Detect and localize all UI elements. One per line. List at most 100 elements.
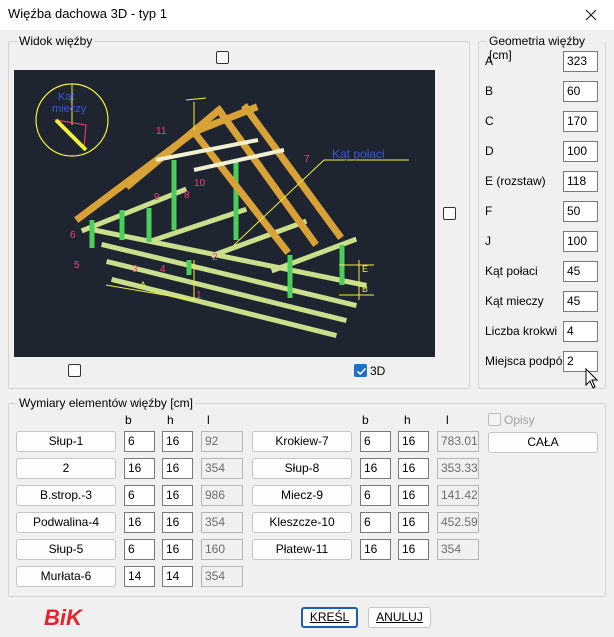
svg-text:2: 2 xyxy=(212,252,218,263)
svg-text:10: 10 xyxy=(194,178,206,189)
element-l-input-left-0: 92 xyxy=(201,431,243,452)
geometry-input-9[interactable]: 4 xyxy=(563,321,598,342)
element-h-input-left-1[interactable]: 16 xyxy=(162,458,193,479)
element-l-input-left-5: 354 xyxy=(201,566,243,587)
svg-text:A: A xyxy=(140,280,146,290)
element-b-input-left-2[interactable]: 6 xyxy=(124,485,155,506)
element-button-left-4[interactable]: Słup-5 xyxy=(16,539,116,560)
svg-text:B: B xyxy=(362,284,368,294)
title-bar: Więźba dachowa 3D - typ 1 xyxy=(0,0,614,30)
element-h-input-right-2[interactable]: 16 xyxy=(398,485,429,506)
element-b-input-left-4[interactable]: 6 xyxy=(124,539,155,560)
close-icon xyxy=(585,9,597,21)
truss-3d-viewport: Kąt mieczy Kąt połaci 11 10 9 8 7 6 5 4 … xyxy=(14,70,435,357)
element-button-right-4[interactable]: Płatew-11 xyxy=(252,539,352,560)
col-h-right: h xyxy=(404,413,411,427)
geometry-label-4: E (rozstaw) xyxy=(485,174,546,188)
geometry-label-6: J xyxy=(485,234,491,248)
geometry-input-4[interactable]: 118 xyxy=(563,171,598,192)
opisy-label: Opisy xyxy=(504,413,535,427)
element-l-input-right-1: 353.33 xyxy=(437,458,479,479)
cancel-button-label: ANULUJ xyxy=(376,610,423,624)
element-button-right-1[interactable]: Słup-8 xyxy=(252,458,352,479)
svg-text:4: 4 xyxy=(160,264,166,275)
geometry-label-10: Miejsca podpór xyxy=(485,354,567,368)
circle-label-2: mieczy xyxy=(52,103,87,115)
element-b-input-right-2[interactable]: 6 xyxy=(360,485,391,506)
svg-text:1: 1 xyxy=(196,290,202,301)
rafters xyxy=(74,103,344,255)
element-b-input-right-1[interactable]: 16 xyxy=(360,458,391,479)
element-button-left-1[interactable]: 2 xyxy=(16,458,116,479)
element-button-left-0[interactable]: Słup-1 xyxy=(16,431,116,452)
element-button-right-3[interactable]: Kleszcze-10 xyxy=(252,512,352,533)
element-h-input-left-3[interactable]: 16 xyxy=(162,512,193,533)
element-h-input-left-2[interactable]: 16 xyxy=(162,485,193,506)
svg-text:3: 3 xyxy=(132,264,138,275)
element-h-input-left-5[interactable]: 14 xyxy=(162,566,193,587)
geometry-label-9: Liczba krokwi xyxy=(485,324,558,338)
element-l-input-left-1: 354 xyxy=(201,458,243,479)
svg-text:8: 8 xyxy=(184,190,190,201)
element-h-input-right-3[interactable]: 16 xyxy=(398,512,429,533)
element-h-input-right-1[interactable]: 16 xyxy=(398,458,429,479)
element-h-input-left-0[interactable]: 16 xyxy=(162,431,193,452)
dims-group-label: Wymiary elementów więźby [cm] xyxy=(17,396,195,410)
geometry-input-5[interactable]: 50 xyxy=(563,201,598,222)
element-button-left-5[interactable]: Murłata-6 xyxy=(16,566,116,587)
element-h-input-right-4[interactable]: 16 xyxy=(398,539,429,560)
geometry-label-8: Kąt mieczy xyxy=(485,294,544,308)
element-button-right-2[interactable]: Miecz-9 xyxy=(252,485,352,506)
geometry-label-5: F xyxy=(485,204,493,218)
svg-text:6: 6 xyxy=(70,230,76,241)
geometry-input-0[interactable]: 323 xyxy=(563,51,598,72)
element-h-input-right-0[interactable]: 16 xyxy=(398,431,429,452)
svg-text:9: 9 xyxy=(154,192,160,203)
element-l-input-left-4: 160 xyxy=(201,539,243,560)
element-button-left-3[interactable]: Podwalina-4 xyxy=(16,512,116,533)
element-b-input-right-3[interactable]: 6 xyxy=(360,512,391,533)
geometry-input-3[interactable]: 100 xyxy=(563,141,598,162)
geometry-input-1[interactable]: 60 xyxy=(563,81,598,102)
element-h-input-left-4[interactable]: 16 xyxy=(162,539,193,560)
view-top-checkbox[interactable] xyxy=(216,51,229,64)
element-b-input-right-4[interactable]: 16 xyxy=(360,539,391,560)
col-b-left: b xyxy=(125,413,132,427)
geometry-label-0: A xyxy=(485,54,494,68)
bik-logo: BiK xyxy=(44,605,84,630)
geometry-label-2: C xyxy=(485,114,494,128)
element-button-right-0[interactable]: Krokiew-7 xyxy=(252,431,352,452)
opisy-checkbox[interactable] xyxy=(488,413,501,426)
window-title: Więźba dachowa 3D - typ 1 xyxy=(8,6,167,21)
svg-text:11: 11 xyxy=(156,126,167,137)
svg-text:E: E xyxy=(362,264,368,274)
view-3d-label: 3D xyxy=(370,364,386,378)
element-b-input-right-0[interactable]: 6 xyxy=(360,431,391,452)
geometry-input-7[interactable]: 45 xyxy=(563,261,598,282)
element-b-input-left-1[interactable]: 16 xyxy=(124,458,155,479)
col-h-left: h xyxy=(167,413,174,427)
col-b-right: b xyxy=(362,413,369,427)
check-icon xyxy=(356,367,367,376)
element-b-input-left-5[interactable]: 14 xyxy=(124,566,155,587)
cala-button[interactable]: CAŁA xyxy=(488,432,598,453)
geometry-input-2[interactable]: 170 xyxy=(563,111,598,132)
circle-label-1: Kąt xyxy=(58,91,75,103)
cancel-button[interactable]: ANULUJ xyxy=(368,607,431,628)
geometry-input-8[interactable]: 45 xyxy=(563,291,598,312)
ok-button[interactable]: KREŚL xyxy=(301,607,358,628)
col-l-right: l xyxy=(446,413,449,427)
view-3d-checkbox[interactable] xyxy=(354,364,367,377)
geometry-input-6[interactable]: 100 xyxy=(563,231,598,252)
element-l-input-left-2: 986 xyxy=(201,485,243,506)
svg-text:7: 7 xyxy=(304,154,310,165)
svg-text:BiK: BiK xyxy=(44,605,84,630)
close-button[interactable] xyxy=(568,0,614,30)
svg-text:5: 5 xyxy=(74,260,80,271)
element-b-input-left-3[interactable]: 16 xyxy=(124,512,155,533)
element-b-input-left-0[interactable]: 6 xyxy=(124,431,155,452)
element-button-left-2[interactable]: B.strop.-3 xyxy=(16,485,116,506)
view-right-checkbox[interactable] xyxy=(443,207,456,220)
element-l-input-right-3: 452.59 xyxy=(437,512,479,533)
view-bottom-checkbox[interactable] xyxy=(68,364,81,377)
